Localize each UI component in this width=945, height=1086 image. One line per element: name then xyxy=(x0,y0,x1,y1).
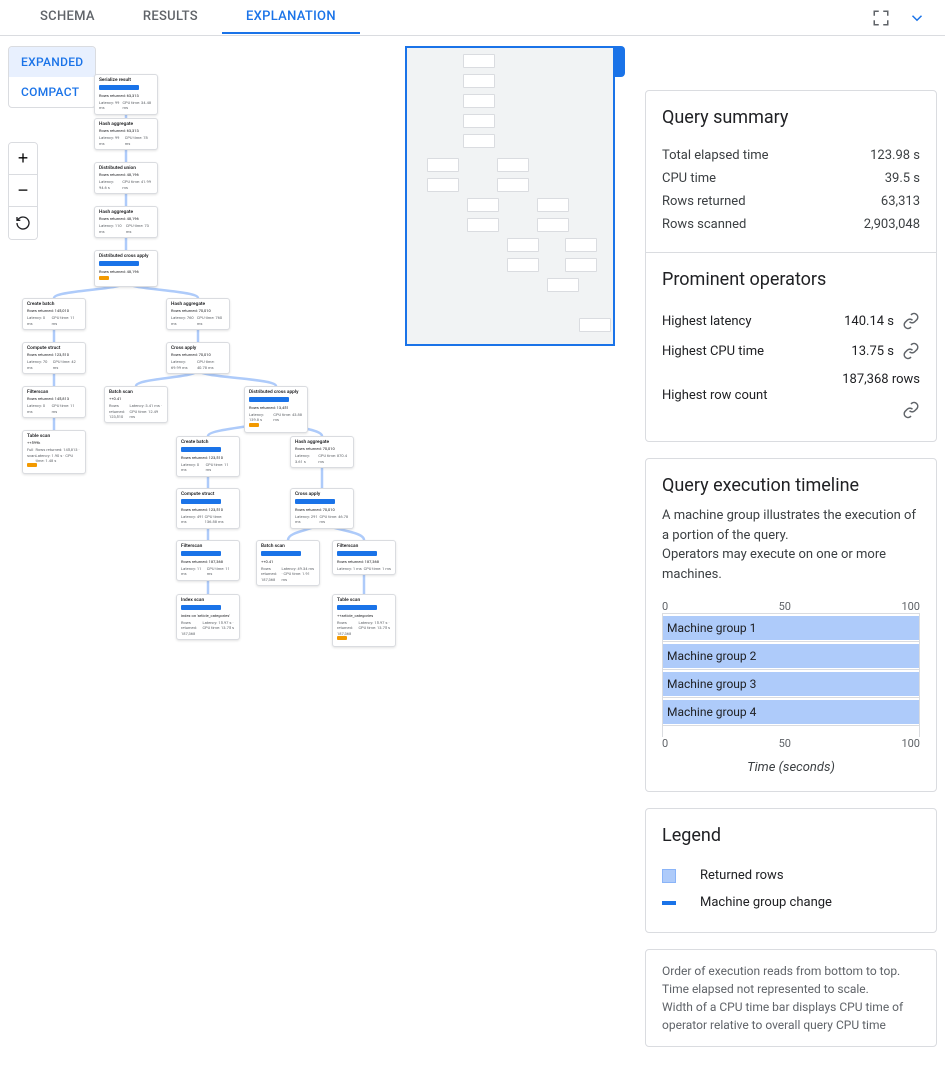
tab-results[interactable]: RESULTS xyxy=(119,1,222,34)
link-icon[interactable] xyxy=(902,312,920,330)
timeline-desc: A machine group illustrates the executio… xyxy=(662,506,920,584)
plan-node[interactable]: Distributed unionRows returned: 48,196La… xyxy=(94,162,158,194)
plan-node[interactable]: Table scan++599kFull scanRows returned: … xyxy=(22,430,86,474)
plan-node[interactable]: Hash aggregateRows returned: 48,196Laten… xyxy=(94,206,158,238)
legend-swatch-solid xyxy=(662,869,676,883)
legend-machine-change: Machine group change xyxy=(662,889,920,916)
plan-node[interactable]: Table scan++article_categoriesRows retur… xyxy=(332,594,396,647)
timeline-chart: 0 50 100 Machine group 1 Machine group 2… xyxy=(662,600,920,775)
link-icon[interactable] xyxy=(902,401,920,419)
op-highest-rows: Highest row count 187,368 rows xyxy=(662,366,920,425)
plan-node[interactable]: Compute structRows returned: 123,510Late… xyxy=(176,488,240,529)
fullscreen-icon[interactable] xyxy=(869,6,893,30)
plan-node[interactable]: FilterscanRows returned: 145,813Latency:… xyxy=(22,386,86,418)
plan-node[interactable]: Serialize resultRows returned: 63,313Lat… xyxy=(94,74,158,115)
plan-node[interactable]: FilterscanRows returned: 187,368Latency:… xyxy=(332,540,396,575)
side-panel: Query summary Total elapsed time123.98 s… xyxy=(637,36,945,1086)
legend-returned-rows: Returned rows xyxy=(662,862,920,889)
plan-node[interactable]: Hash aggregateRows returned: 70,010Laten… xyxy=(166,298,230,330)
plan-node[interactable]: Distributed cross applyRows returned: 13… xyxy=(244,386,308,433)
plan-tree[interactable]: Serialize resultRows returned: 63,313Lat… xyxy=(14,46,414,646)
plan-node[interactable]: Cross applyRows returned: 70,010Latency:… xyxy=(166,342,230,374)
kv-rows-returned: Rows returned63,313 xyxy=(662,190,920,213)
plan-node[interactable]: Index scanindex on 'article_categories'R… xyxy=(176,594,240,640)
op-highest-cpu: Highest CPU time 13.75 s xyxy=(662,336,920,366)
query-summary-card: Query summary Total elapsed time123.98 s… xyxy=(645,90,937,442)
plan-node[interactable]: Batch scan++0.41Rows returned: 123,510La… xyxy=(104,386,168,423)
plan-node[interactable]: Cross applyRows returned: 70,010Latency:… xyxy=(290,488,354,529)
link-icon[interactable] xyxy=(902,342,920,360)
query-summary-title: Query summary xyxy=(662,107,920,128)
op-highest-latency: Highest latency 140.14 s xyxy=(662,306,920,336)
plan-node[interactable]: Compute structRows returned: 123,510Late… xyxy=(22,342,86,374)
timeline-bars: Machine group 1 Machine group 2 Machine … xyxy=(662,613,920,737)
plan-node[interactable]: Hash aggregateRows returned: 63,313Laten… xyxy=(94,118,158,150)
kv-rows-scanned: Rows scanned2,903,048 xyxy=(662,213,920,236)
chevron-down-icon[interactable] xyxy=(905,6,929,30)
legend-title: Legend xyxy=(662,825,920,846)
timeline-xlabel: Time (seconds) xyxy=(662,760,920,775)
plan-node[interactable]: Batch scan++0.41Rows returned: 187,368La… xyxy=(256,540,320,586)
plan-node[interactable]: Create batchRows returned: 145,010Latenc… xyxy=(22,298,86,330)
minimap[interactable] xyxy=(405,46,615,346)
legend-card: Legend Returned rows Machine group chang… xyxy=(645,808,937,933)
timeline-card: Query execution timeline A machine group… xyxy=(645,458,937,792)
timeline-title: Query execution timeline xyxy=(662,475,920,496)
prominent-operators-title: Prominent operators xyxy=(662,269,920,290)
kv-total-elapsed: Total elapsed time123.98 s xyxy=(662,144,920,167)
kv-cpu-time: CPU time39.5 s xyxy=(662,167,920,190)
plan-node[interactable]: Create batchRows returned: 123,510Latenc… xyxy=(176,436,240,477)
notes-card: Order of execution reads from bottom to … xyxy=(645,949,937,1047)
header: SCHEMA RESULTS EXPLANATION xyxy=(0,0,945,36)
plan-node[interactable]: Distributed cross applyRows returned: 48… xyxy=(94,250,158,287)
plan-node[interactable]: FilterscanRows returned: 187,368Latency:… xyxy=(176,540,240,581)
tab-schema[interactable]: SCHEMA xyxy=(16,1,119,34)
legend-swatch-border xyxy=(662,901,676,905)
tabs: SCHEMA RESULTS EXPLANATION xyxy=(16,1,360,34)
query-plan-canvas[interactable]: EXPANDED COMPACT + − DOWNLOAD JSON xyxy=(0,36,637,1086)
tab-explanation[interactable]: EXPLANATION xyxy=(222,1,360,34)
plan-node[interactable]: Hash aggregateRows returned: 70,010Laten… xyxy=(290,436,354,468)
